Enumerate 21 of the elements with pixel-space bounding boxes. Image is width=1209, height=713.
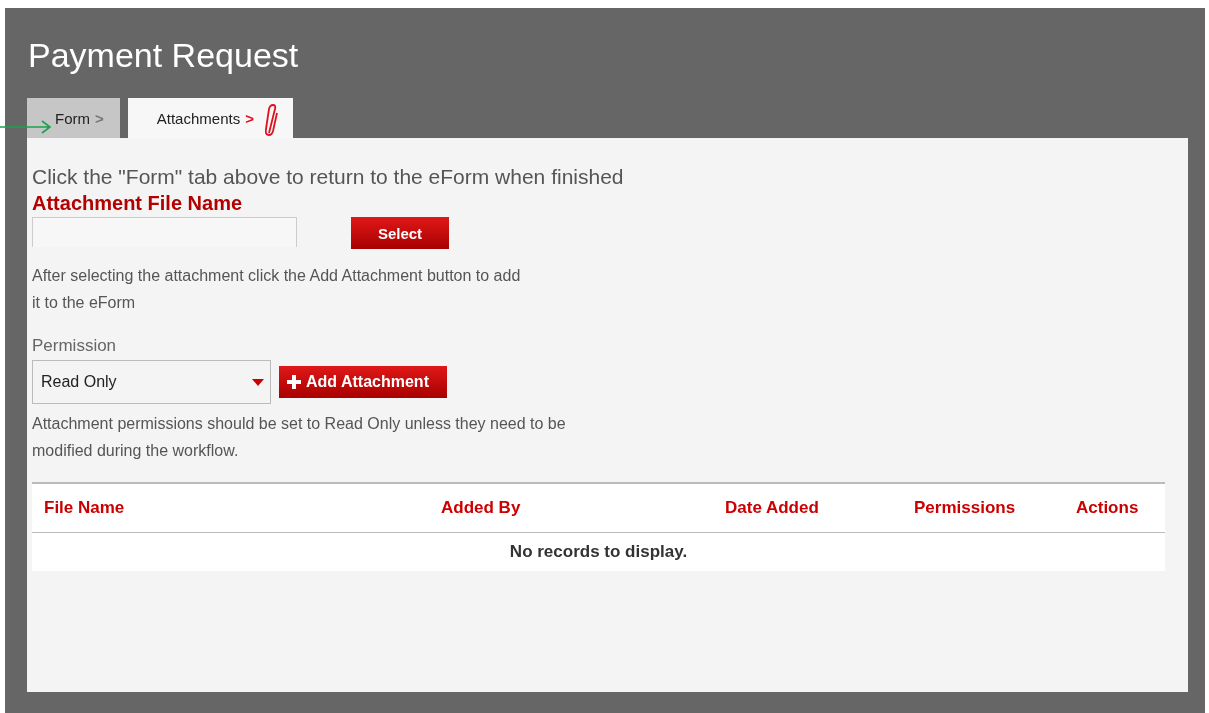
arrow-icon [0,120,52,134]
permission-dropdown[interactable]: Read Only [32,360,271,404]
column-header[interactable]: File Name [44,498,441,518]
caret-icon [252,378,264,386]
column-header[interactable]: Date Added [725,498,914,518]
empty-message: No records to display. [32,533,1165,571]
file-name-field[interactable] [32,217,297,247]
add-attachment-button[interactable]: Add Attachment [279,366,447,398]
help-text: Attachment permissions should be set to Read Only unless they need to be modified during the workflow. [32,414,567,461]
plus-icon [287,375,301,389]
window-title: Payment Request [28,36,300,76]
column-header[interactable]: Permissions [914,498,1076,518]
tab[interactable]: Form > [27,98,120,138]
tab[interactable]: Attachments > [127,98,293,138]
permission-label: Permission [32,336,118,357]
select-button[interactable]: Select [351,217,449,249]
field-label: Attachment File Name [32,191,244,216]
column-header[interactable]: Added By [441,498,725,518]
help-text: After selecting the attachment click the Add Attachment button to add it to the eForm [32,266,522,313]
column-header[interactable]: Actions [1076,498,1139,518]
instruction-text: Click the "Form" tab above to return to the eForm when finished [32,164,625,190]
